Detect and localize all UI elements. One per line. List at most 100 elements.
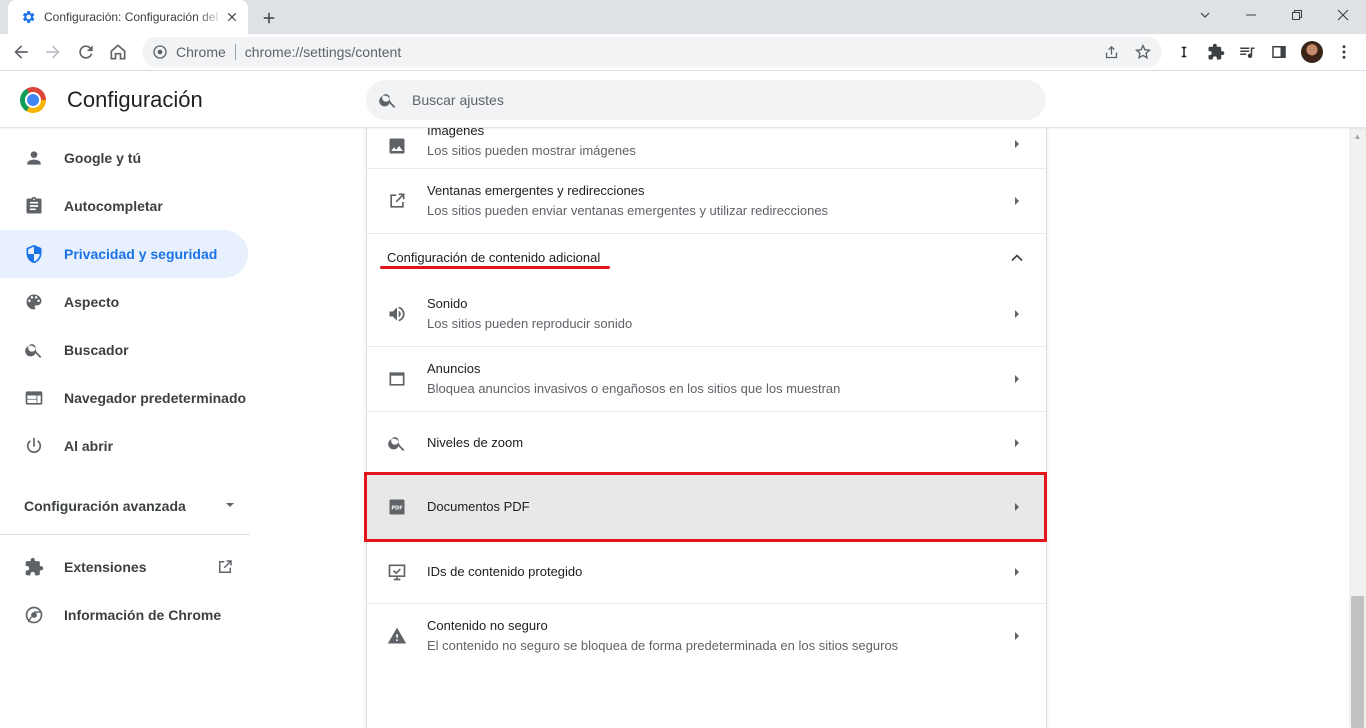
side-panel-icon[interactable] (1266, 39, 1292, 65)
page-scrollbar-thumb[interactable] (1351, 596, 1364, 728)
tab-search-chevron-icon[interactable] (1182, 0, 1228, 30)
clipboard-icon (24, 196, 44, 216)
settings-sidebar: Google y tú Autocompletar Privacidad y s… (0, 128, 260, 728)
browser-toolbar: Chrome chrome://settings/content (0, 34, 1366, 71)
sidebar-item-label: Información de Chrome (64, 607, 222, 623)
arrow-right-icon (1007, 134, 1027, 154)
row-subtitle: Bloquea anuncios invasivos o engañosos e… (427, 381, 841, 396)
minimize-button[interactable] (1228, 0, 1274, 30)
setting-row-sound[interactable]: Sonido Los sitios pueden reproducir soni… (367, 282, 1046, 346)
shield-icon (24, 244, 44, 264)
pdf-icon: PDF (387, 497, 407, 517)
share-icon[interactable] (1100, 41, 1122, 63)
arrow-right-icon (1007, 191, 1027, 211)
tab-strip: Configuración: Configuración del sitio (0, 0, 1366, 34)
person-icon (24, 148, 44, 168)
gear-icon (20, 9, 36, 25)
row-subtitle: Los sitios pueden reproducir sonido (427, 316, 633, 331)
advanced-label: Configuración avanzada (24, 498, 186, 514)
setting-row-images[interactable]: Imágenes Los sitios pueden mostrar imáge… (367, 128, 1046, 168)
sidebar-item-privacy[interactable]: Privacidad y seguridad (0, 230, 248, 278)
search-icon (378, 90, 398, 110)
svg-text:PDF: PDF (391, 506, 402, 512)
setting-row-popups[interactable]: Ventanas emergentes y redirecciones Los … (367, 169, 1046, 233)
additional-content-header[interactable]: Configuración de contenido adicional (387, 250, 600, 265)
row-title: Ventanas emergentes y redirecciones (427, 183, 645, 198)
image-icon (387, 136, 407, 156)
row-divider (367, 233, 1046, 234)
home-button[interactable] (105, 39, 131, 65)
chevron-up-icon[interactable] (1007, 248, 1027, 268)
sidebar-item-default-browser[interactable]: Navegador predeterminado (0, 374, 248, 422)
arrow-right-icon (1007, 433, 1027, 453)
row-subtitle: El contenido no seguro se bloquea de for… (427, 638, 899, 653)
caret-down-icon (224, 498, 236, 514)
sidebar-divider (0, 534, 250, 535)
setting-row-pdf-documents[interactable]: PDF Documentos PDF (367, 475, 1046, 539)
sidebar-item-on-startup[interactable]: Al abrir (0, 422, 248, 470)
bookmark-star-icon[interactable] (1132, 41, 1154, 63)
setting-row-ads[interactable]: Anuncios Bloquea anuncios invasivos o en… (367, 347, 1046, 411)
sidebar-item-search-engine[interactable]: Buscador (0, 326, 248, 374)
tab-settings[interactable]: Configuración: Configuración del sitio (8, 0, 248, 34)
extensions-puzzle-icon[interactable] (1203, 39, 1229, 65)
open-in-new-icon (387, 191, 407, 211)
omnibox-separator (234, 44, 236, 60)
tab-title: Configuración: Configuración del sitio (44, 10, 224, 24)
setting-row-zoom[interactable]: Niveles de zoom (367, 412, 1046, 474)
sidebar-item-about-chrome[interactable]: Información de Chrome (0, 591, 248, 639)
row-subtitle: Los sitios pueden enviar ventanas emerge… (427, 203, 829, 218)
row-title: Sonido (427, 296, 468, 311)
reload-button[interactable] (73, 39, 99, 65)
row-title: Anuncios (427, 361, 481, 376)
sidebar-item-label: Al abrir (64, 438, 114, 454)
close-icon[interactable] (224, 9, 240, 25)
row-subtitle: Los sitios pueden mostrar imágenes (427, 143, 636, 158)
sidebar-item-appearance[interactable]: Aspecto (0, 278, 248, 326)
sidebar-item-label: Navegador predeterminado (64, 390, 247, 406)
profile-avatar[interactable] (1301, 41, 1323, 63)
warning-icon (387, 626, 407, 646)
open-in-new-icon[interactable] (216, 558, 234, 576)
setting-row-protected-content[interactable]: IDs de contenido protegido (367, 541, 1046, 603)
site-chip: Chrome (176, 44, 226, 60)
sidebar-item-google[interactable]: Google y tú (0, 134, 248, 182)
window-icon (387, 369, 407, 389)
scroll-up-arrow-icon[interactable]: ▲ (1349, 128, 1366, 145)
forward-button[interactable] (40, 39, 66, 65)
sidebar-item-label: Aspecto (64, 294, 120, 310)
advanced-settings-toggle[interactable]: Configuración avanzada (24, 494, 236, 518)
palette-icon (24, 292, 44, 312)
row-title: Niveles de zoom (427, 435, 524, 450)
row-title: Imágenes (427, 128, 485, 138)
page-title: Configuración (67, 87, 203, 112)
row-title: Documentos PDF (427, 499, 530, 514)
close-window-button[interactable] (1320, 0, 1366, 30)
arrow-right-icon (1007, 304, 1027, 324)
back-button[interactable] (8, 39, 34, 65)
menu-kebab-icon[interactable] (1331, 39, 1357, 65)
setting-row-insecure-content[interactable]: Contenido no seguro El contenido no segu… (367, 604, 1046, 668)
settings-search-input[interactable]: Buscar ajustes (366, 80, 1046, 120)
sidebar-item-label: Privacidad y seguridad (64, 246, 218, 262)
sidebar-item-autofill[interactable]: Autocompletar (0, 182, 248, 230)
monitor-check-icon (387, 562, 407, 582)
search-icon (387, 433, 407, 453)
text-cursor-extension-icon[interactable] (1171, 39, 1197, 65)
sidebar-item-extensions[interactable]: Extensiones (0, 543, 248, 591)
sidebar-item-label: Autocompletar (64, 198, 163, 214)
restore-button[interactable] (1274, 0, 1320, 30)
sidebar-item-label: Extensiones (64, 559, 147, 575)
search-icon (24, 340, 44, 360)
media-queue-icon[interactable] (1234, 39, 1260, 65)
puzzle-icon (24, 557, 44, 577)
url-text[interactable]: chrome://settings/content (245, 44, 401, 60)
chrome-icon (24, 605, 44, 625)
chrome-logo-icon (20, 87, 46, 113)
address-bar[interactable]: Chrome chrome://settings/content (142, 37, 1162, 67)
sidebar-item-label: Google y tú (64, 150, 141, 166)
annotation-underline (380, 266, 610, 269)
power-icon (24, 436, 44, 456)
arrow-right-icon (1007, 626, 1027, 646)
new-tab-button[interactable] (258, 7, 280, 29)
